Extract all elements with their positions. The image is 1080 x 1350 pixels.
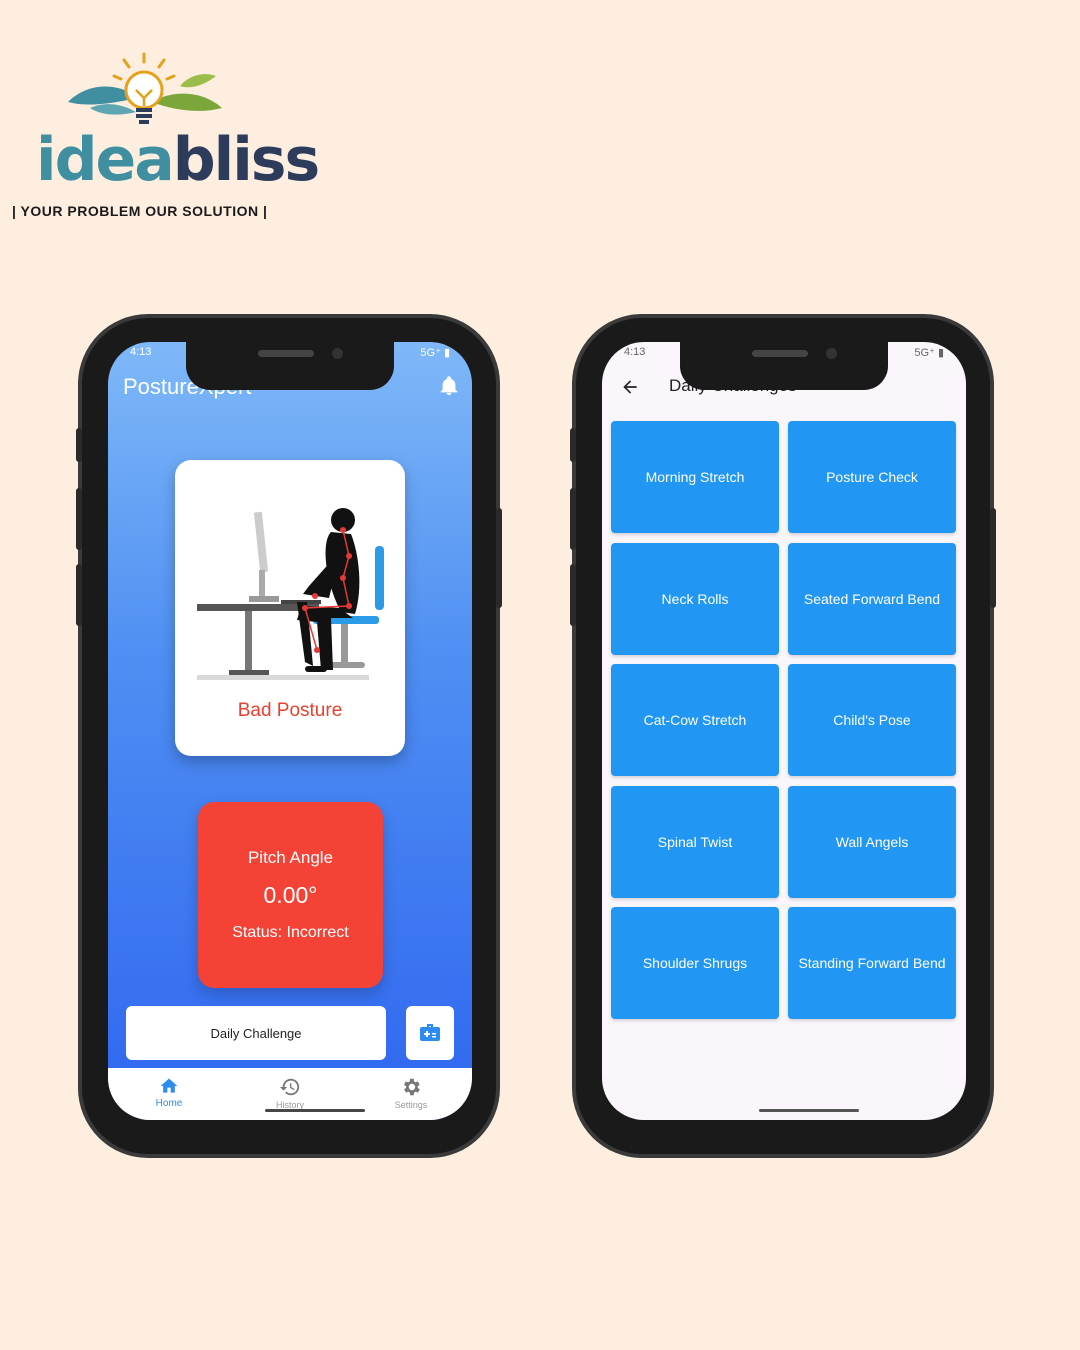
challenge-tile[interactable]: Posture Check [788, 421, 956, 533]
brand-name: ideabliss [36, 125, 321, 195]
phone-notch [186, 338, 394, 390]
home-indicator[interactable] [759, 1109, 859, 1112]
pitch-angle-value: 0.00° [263, 882, 318, 908]
phone-challenges-screen: 4:13 5G⁺ ▮ Daily Challenges Morning Stre… [570, 318, 996, 1154]
challenge-tile[interactable]: Wall Angels [788, 786, 956, 898]
back-arrow-icon[interactable] [620, 377, 640, 397]
phone-side-button [570, 428, 576, 462]
status-signal: 5G⁺ ▮ [914, 347, 944, 359]
status-signal: 5G⁺ ▮ [420, 347, 450, 359]
challenge-tile[interactable]: Morning Stretch [611, 421, 779, 533]
pitch-angle-title: Pitch Angle [247, 848, 334, 867]
nav-settings[interactable]: Settings [371, 1076, 451, 1110]
phone-side-button [570, 564, 576, 626]
home-screen: 4:13 5G⁺ ▮ PostureXpert Bad Posture Pitc… [108, 342, 472, 1120]
challenge-tile[interactable]: Seated Forward Bend [788, 543, 956, 655]
daily-challenge-button[interactable]: Daily Challenge [126, 1006, 386, 1060]
challenge-tile[interactable]: Shoulder Shrugs [611, 907, 779, 1019]
phone-side-button [76, 488, 82, 550]
home-icon [160, 1078, 178, 1093]
pitch-angle-card: Pitch Angle 0.00° Status: Incorrect [198, 802, 383, 988]
daily-challenges-screen: 4:13 5G⁺ ▮ Daily Challenges Morning Stre… [602, 342, 966, 1120]
bottom-navigation: Home History Settings [108, 1068, 472, 1120]
tagline: | YOUR PROBLEM OUR SOLUTION | [12, 203, 268, 219]
phone-notch [680, 338, 888, 390]
status-time: 4:13 [624, 346, 646, 358]
home-indicator[interactable] [265, 1109, 365, 1112]
brand-name-part1: idea [36, 125, 175, 195]
phone-side-button [76, 428, 82, 462]
bell-icon[interactable] [438, 374, 460, 398]
challenge-tile[interactable]: Neck Rolls [611, 543, 779, 655]
phone-side-button [496, 508, 502, 608]
pitch-status-text: Status: Incorrect [232, 924, 349, 941]
status-time: 4:13 [130, 346, 152, 358]
nav-home-label: Home [155, 1098, 183, 1109]
gear-icon [404, 1078, 420, 1096]
nav-home[interactable]: Home [129, 1076, 209, 1109]
challenge-tile[interactable]: Standing Forward Bend [788, 907, 956, 1019]
medical-kit-icon [420, 1024, 440, 1041]
nav-history[interactable]: History [250, 1076, 330, 1110]
medical-kit-button[interactable] [406, 1006, 454, 1060]
phone-side-button [990, 508, 996, 608]
nav-settings-label: Settings [394, 1100, 428, 1110]
challenge-tile[interactable]: Child's Pose [788, 664, 956, 776]
history-icon [279, 1078, 300, 1096]
posture-card: Bad Posture [175, 460, 405, 756]
challenge-tile[interactable]: Spinal Twist [611, 786, 779, 898]
brand-name-part2: bliss [172, 125, 321, 195]
phone-home-screen: 4:13 5G⁺ ▮ PostureXpert Bad Posture Pitc… [76, 318, 502, 1154]
phone-side-button [570, 488, 576, 550]
phone-side-button [76, 564, 82, 626]
challenge-tile[interactable]: Cat-Cow Stretch [611, 664, 779, 776]
posture-status-label: Bad Posture [237, 700, 343, 721]
posture-illustration [197, 508, 384, 680]
brand-block: ideabliss | YOUR PROBLEM OUR SOLUTION | [0, 0, 320, 240]
